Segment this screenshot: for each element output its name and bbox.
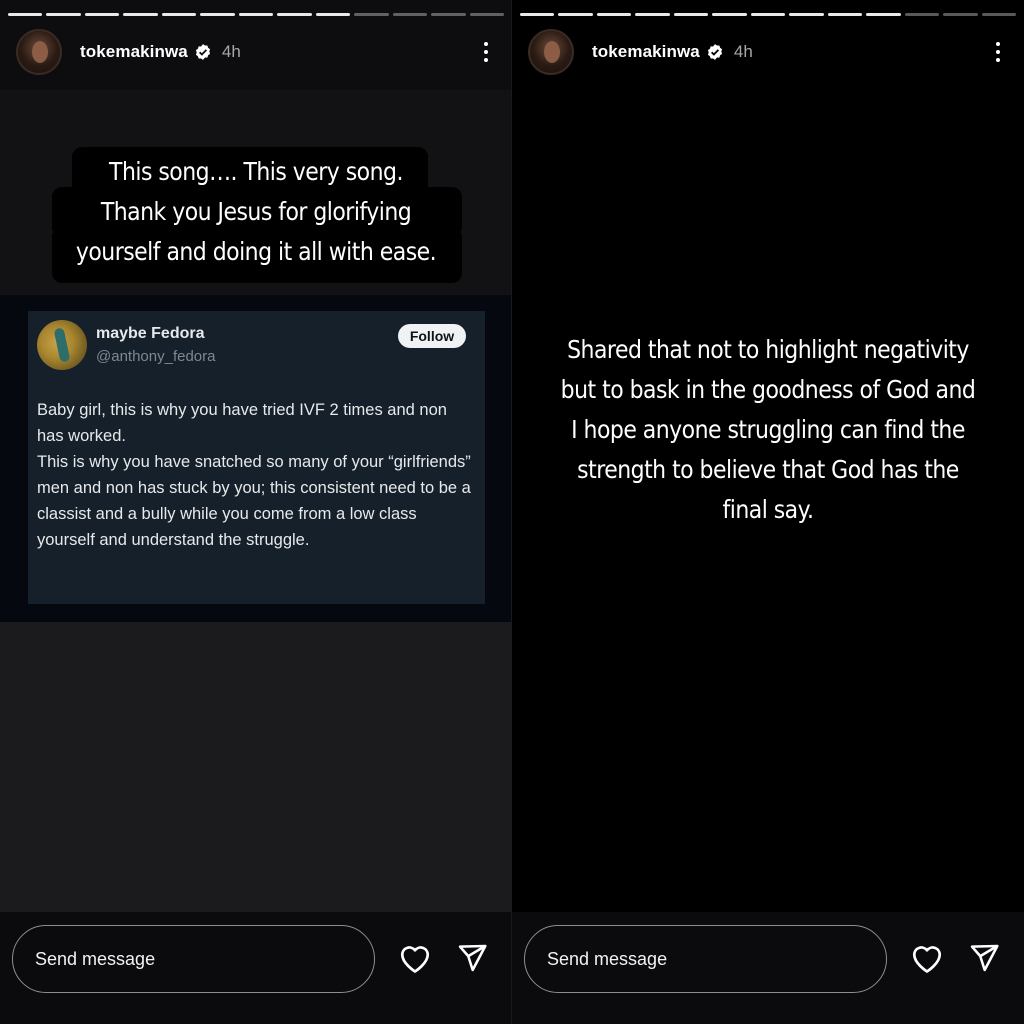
tweet-card: maybe Fedora @anthony_fedora Follow Baby… (28, 311, 485, 604)
progress-segment (750, 13, 786, 16)
tweet-author-name: maybe Fedora (96, 325, 205, 342)
story-reply-bar (0, 912, 512, 1024)
story-text-line: final say. (722, 495, 814, 524)
progress-segment (520, 13, 555, 16)
verified-badge-icon (195, 44, 210, 60)
story-media-bottom (0, 622, 512, 912)
progress-segment (315, 13, 351, 16)
story-text-line: I hope anyone struggling can find the (571, 415, 965, 444)
tweet-body: Baby girl, this is why you have tried IV… (37, 397, 477, 553)
progress-segment (8, 13, 43, 16)
story-text-line: but to bask in the goodness of God and (560, 375, 976, 404)
progress-segment (431, 13, 466, 16)
heart-icon[interactable] (397, 940, 433, 976)
progress-segment (392, 13, 428, 16)
progress-segment (469, 13, 505, 16)
progress-segment (596, 13, 632, 16)
progress-segment (827, 13, 863, 16)
tweet-paragraph: Baby girl, this is why you have tried IV… (37, 401, 447, 445)
tweet-screenshot-container: maybe Fedora @anthony_fedora Follow Baby… (0, 295, 512, 622)
story-caption: This song…. This very song. Thank you Je… (31, 152, 482, 272)
story-progress-bar (8, 13, 505, 16)
progress-segment (84, 13, 120, 16)
progress-segment (866, 13, 901, 16)
profile-avatar[interactable] (528, 29, 574, 75)
heart-icon[interactable] (909, 940, 945, 976)
username[interactable]: tokemakinwa (592, 42, 700, 62)
progress-segment (354, 13, 389, 16)
progress-segment (904, 13, 940, 16)
story-text-line: strength to believe that God has the (577, 455, 959, 484)
verified-badge-icon (707, 44, 722, 60)
caption-line: yourself and doing it all with ease. (75, 237, 437, 266)
story-reply-bar (512, 912, 1024, 1024)
progress-segment (277, 13, 312, 16)
send-message-input[interactable] (12, 925, 375, 993)
story-header: tokemakinwa 4h (528, 28, 1008, 76)
post-time: 4h (733, 42, 753, 61)
story-text: Shared that not to highlight negativity … (543, 330, 994, 530)
send-message-input[interactable] (524, 925, 887, 993)
username[interactable]: tokemakinwa (80, 42, 188, 62)
send-icon[interactable] (454, 940, 490, 976)
progress-segment (673, 13, 709, 16)
story-panel-left[interactable]: tokemakinwa 4h This song…. This very son… (0, 0, 512, 1024)
profile-avatar[interactable] (16, 29, 62, 75)
progress-segment (635, 13, 670, 16)
send-icon[interactable] (966, 940, 1002, 976)
caption-line: Thank you Jesus for glorifying (100, 197, 412, 226)
more-vertical-icon[interactable] (988, 37, 1008, 67)
tweet-follow-button: Follow (398, 324, 466, 348)
more-vertical-icon[interactable] (476, 37, 496, 67)
story-text-line: Shared that not to highlight negativity (567, 335, 969, 364)
progress-segment (238, 13, 274, 16)
progress-segment (789, 13, 824, 16)
progress-segment (712, 13, 747, 16)
post-time: 4h (221, 42, 241, 61)
tweet-paragraph: This is why you have snatched so many of… (37, 453, 471, 549)
progress-segment (46, 13, 81, 16)
story-progress-bar (520, 13, 1017, 16)
tweet-avatar (37, 320, 87, 370)
story-header: tokemakinwa 4h (16, 28, 496, 76)
story-panel-right[interactable]: tokemakinwa 4h Shared that not to highli… (512, 0, 1024, 1024)
progress-segment (943, 13, 978, 16)
progress-segment (161, 13, 197, 16)
progress-segment (200, 13, 235, 16)
caption-line: This song…. This very song. (109, 157, 403, 186)
progress-segment (981, 13, 1017, 16)
progress-segment (558, 13, 593, 16)
tweet-author-handle: @anthony_fedora (96, 348, 216, 365)
progress-segment (123, 13, 158, 16)
